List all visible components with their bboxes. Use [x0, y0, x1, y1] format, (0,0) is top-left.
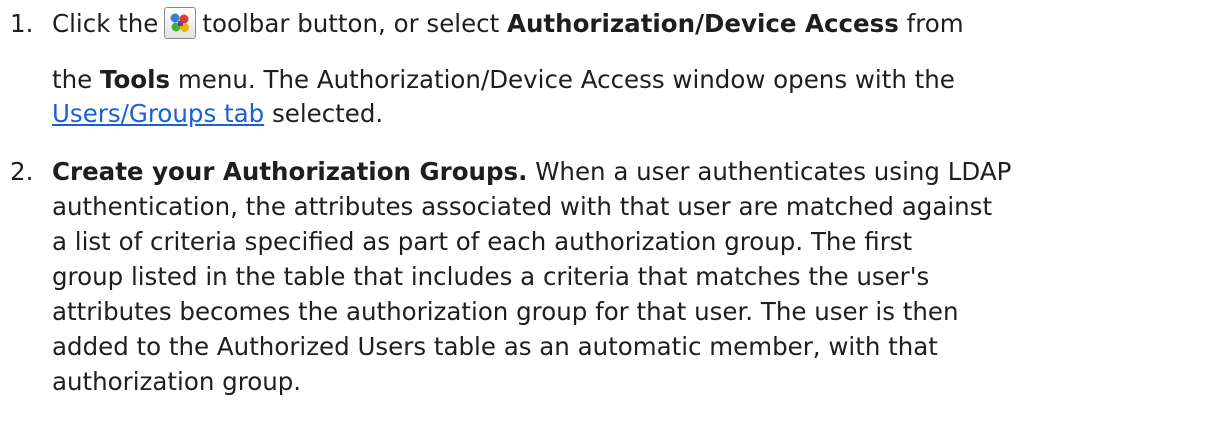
- step-2-line-1: Create your Authorization Groups. When a…: [52, 154, 1222, 189]
- step-number: 1.: [10, 9, 34, 38]
- authorization-toolbar-button[interactable]: [164, 7, 197, 39]
- step-1-line-1: Click the toolbar button, or select Auth…: [52, 6, 1222, 41]
- step-text: When a user authenticates using LDAP: [535, 157, 1012, 186]
- step-2-paragraph: Create your Authorization Groups. When a…: [52, 154, 1222, 399]
- menu-name-tools: Tools: [100, 65, 171, 94]
- step-2-line-4: group listed in the table that includes …: [52, 262, 930, 291]
- step-2-line-3: a list of criteria specified as part of …: [52, 227, 913, 256]
- step-2-line-2: authentication, the attributes associate…: [52, 192, 993, 221]
- step-2-line-6: added to the Authorized Users table as a…: [52, 332, 938, 361]
- step-2-line-5: attributes becomes the authorization gro…: [52, 297, 959, 326]
- step-number: 2.: [10, 157, 34, 186]
- step-text: Click the: [52, 9, 159, 38]
- step-text: menu. The Authorization/Device Access wi…: [177, 65, 955, 94]
- menu-item-authorization-device-access: Authorization/Device Access: [507, 9, 899, 38]
- authorization-device-access-icon: [170, 13, 190, 32]
- instruction-steps: 1. Click the toolbar button, or select A…: [0, 0, 1228, 443]
- step-2-line-7: authorization group.: [52, 367, 302, 396]
- step-lead: Create your Authorization Groups.: [52, 157, 528, 186]
- step-text: the: [52, 65, 93, 94]
- step-text: toolbar button, or select: [202, 9, 500, 38]
- users-groups-tab-link[interactable]: Users/Groups tab: [52, 99, 264, 128]
- step-text: selected.: [271, 99, 384, 128]
- step-1-line-3: Users/Groups tab selected.: [52, 96, 1222, 131]
- step-1-line-2: the Tools menu. The Authorization/Device…: [52, 62, 1222, 97]
- step-text: from: [906, 9, 964, 38]
